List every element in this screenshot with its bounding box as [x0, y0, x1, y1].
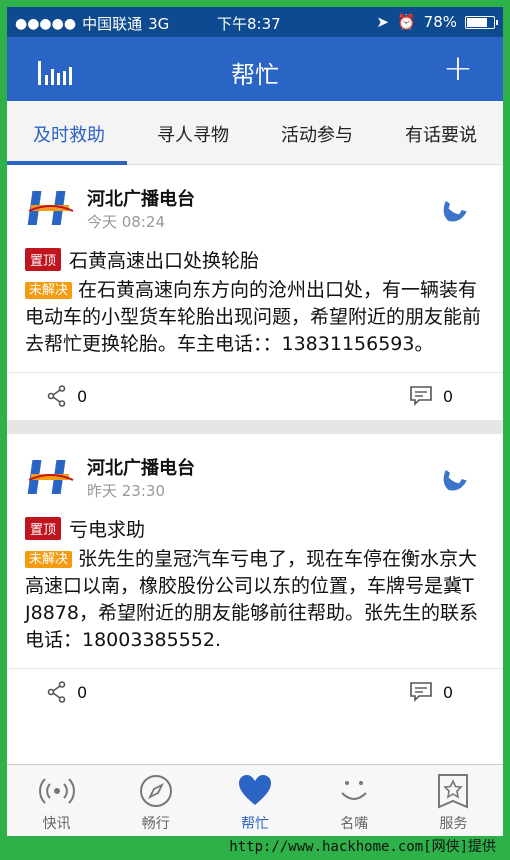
phone-icon[interactable] [439, 464, 467, 492]
compass-icon [139, 775, 172, 807]
post-time: 昨天 23:30 [87, 482, 165, 500]
status-badge: 未解决 [25, 282, 73, 299]
post-actions: 0 0 [7, 668, 503, 716]
post-actions: 0 0 [7, 372, 503, 420]
station-logo-icon [27, 460, 74, 494]
signal-dots-icon: ●●●●● [15, 15, 77, 32]
radio-icon [38, 778, 75, 804]
tab-find-people[interactable]: 寻人寻物 [131, 101, 255, 164]
comment-button[interactable]: 0 [409, 385, 453, 407]
watermark: http://www.hackhome.com[网侠]提供 [229, 839, 496, 855]
post-text: 在石黄高速向东方向的沧州出口处，有一辆装有电动车的小型货车轮胎出现问题，希望附近… [25, 279, 482, 355]
status-badge: 未解决 [25, 551, 73, 568]
post-time: 今天 08:24 [87, 213, 165, 231]
tab-speak-up[interactable]: 有话要说 [379, 101, 503, 164]
carrier-label: 中国联通 [82, 15, 143, 33]
tabbar-item-hosts[interactable]: 名嘴 [305, 765, 404, 836]
post-title: 石黄高速出口处换轮胎 [69, 249, 260, 272]
smile-icon [341, 781, 367, 800]
tabbar-label: 快讯 [42, 816, 71, 832]
pin-badge: 置顶 [25, 247, 62, 271]
post-card[interactable]: 河北广播电台 今天 08:24 置顶 石黄高速出口处换轮胎 未解决 在石黄高速向东… [7, 165, 503, 420]
post-text: 张先生的皇冠汽车亏电了，现在车停在衡水京大高速口以南，橡胶股份公司以东的位置，车… [25, 548, 478, 651]
share-button[interactable]: 0 [47, 681, 87, 703]
post-title: 亏电求助 [69, 518, 146, 541]
tabbar-item-news[interactable]: 快讯 [7, 765, 106, 836]
phone-icon[interactable] [439, 195, 467, 223]
clock: 下午8:37 [217, 15, 281, 33]
tabbar-item-help[interactable]: 帮忙 [205, 765, 304, 836]
comment-icon [410, 682, 432, 702]
tabbar-label: 畅行 [141, 816, 170, 832]
tab-timely-rescue[interactable]: 及时救助 [7, 101, 131, 165]
post-body: 未解决 在石黄高速向东方向的沧州出口处，有一辆装有电动车的小型货车轮胎出现问题，希… [7, 273, 503, 358]
station-logo-icon [27, 191, 74, 225]
comment-icon [410, 386, 432, 406]
alarm-icon: ⏰ [396, 13, 416, 31]
network-label: 3G [148, 14, 170, 33]
tabbar-label: 帮忙 [241, 816, 269, 832]
location-arrow-icon: ➤ [376, 13, 389, 31]
star-doc-icon [438, 774, 469, 809]
tabbar-item-traffic[interactable]: 畅行 [106, 765, 205, 836]
share-count: 0 [77, 386, 88, 406]
source-name: 河北广播电台 [87, 458, 195, 479]
page-title: 帮忙 [231, 61, 279, 89]
source-name: 河北广播电台 [87, 189, 195, 210]
post-card[interactable]: 河北广播电台 昨天 23:30 置顶 亏电求助 未解决 张先生的皇冠汽车亏电了，现… [7, 434, 503, 716]
tabbar-item-service[interactable]: 服务 [404, 765, 503, 836]
share-count: 0 [77, 682, 88, 702]
card-divider [7, 420, 503, 434]
app-frame: ●●●●● 中国联通 3G 下午8:37 ➤ ⏰ 78% 帮忙 + 及时救助 寻… [7, 7, 503, 836]
battery-percent: 78% [423, 13, 457, 31]
battery-icon [465, 15, 498, 29]
comment-count: 0 [442, 682, 453, 702]
bottom-tab-bar: 快讯 畅行 帮忙 名嘴 服务 [7, 764, 503, 836]
heart-icon [239, 775, 271, 805]
comment-count: 0 [442, 386, 453, 406]
category-tabs: 及时救助 寻人寻物 活动参与 有话要说 [7, 101, 503, 165]
pin-badge: 置顶 [25, 516, 62, 540]
nav-bar: 帮忙 + [7, 37, 503, 101]
share-icon [47, 681, 66, 703]
tabbar-label: 服务 [439, 816, 468, 832]
share-icon [47, 385, 66, 407]
post-body: 未解决 张先生的皇冠汽车亏电了，现在车停在衡水京大高速口以南，橡胶股份公司以东的位… [7, 542, 503, 654]
tab-activities[interactable]: 活动参与 [255, 101, 379, 164]
add-icon[interactable]: + [443, 51, 473, 87]
share-button[interactable]: 0 [47, 385, 87, 407]
tabbar-label: 名嘴 [340, 816, 369, 832]
comment-button[interactable]: 0 [409, 681, 453, 703]
status-bar: ●●●●● 中国联通 3G 下午8:37 ➤ ⏰ 78% [7, 7, 503, 37]
post-feed: 河北广播电台 今天 08:24 置顶 石黄高速出口处换轮胎 未解决 在石黄高速向东… [7, 165, 503, 716]
